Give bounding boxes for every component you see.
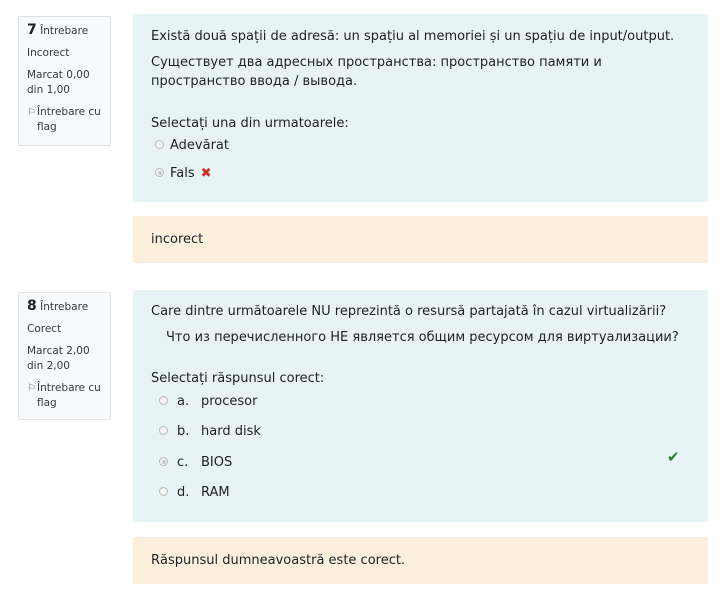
flag-question-link[interactable]: ⚐ Întrebare cu flag xyxy=(27,105,104,135)
flag-label: Întrebare cu flag xyxy=(37,106,101,133)
cross-icon: ✖ xyxy=(200,166,212,181)
question-state: Incorect xyxy=(27,47,70,59)
option-letter: b. xyxy=(177,424,190,439)
question-8-feedback: Răspunsul dumneavoastră este corect. xyxy=(133,537,708,584)
question-7-content: Există două spații de adresă: un spațiu … xyxy=(133,14,708,202)
question-text-ro: Care dintre următoarele NU reprezintă o … xyxy=(151,304,667,319)
answer-option-c[interactable]: c. BIOS xyxy=(159,453,232,472)
answer-option-true[interactable]: Adevărat xyxy=(155,136,229,155)
question-text-ro: Există două spații de adresă: un spațiu … xyxy=(151,29,675,44)
feedback-text: incorect xyxy=(151,232,204,247)
radio-false[interactable] xyxy=(155,168,164,177)
radio-true[interactable] xyxy=(155,140,164,149)
answer-option-d[interactable]: d. RAM xyxy=(159,483,230,502)
option-letter: a. xyxy=(177,394,190,409)
flag-question-link[interactable]: ⚐ Întrebare cu flag xyxy=(27,381,104,411)
feedback-text: Răspunsul dumneavoastră este corect. xyxy=(151,553,406,568)
answer-option-false[interactable]: Fals ✖ xyxy=(155,164,212,183)
question-number: 7 xyxy=(27,22,37,38)
option-label: hard disk xyxy=(201,424,261,439)
question-8-content: Care dintre următoarele NU reprezintă o … xyxy=(133,290,708,522)
option-letter: d. xyxy=(177,485,190,500)
question-word: Întrebare xyxy=(40,301,89,313)
question-mark: Marcat 2,00 din 2,00 xyxy=(27,345,90,372)
answer-prompt: Selectați una din urmatoarele: xyxy=(151,116,349,131)
question-8-info: 8 Întrebare Corect Marcat 2,00 din 2,00 … xyxy=(18,292,111,420)
radio-a[interactable] xyxy=(159,396,168,405)
option-label: BIOS xyxy=(201,455,233,470)
question-7-feedback: incorect xyxy=(133,216,708,263)
radio-c[interactable] xyxy=(159,457,168,466)
question-text-ru: Что из перечисленного НЕ является общим … xyxy=(166,330,679,345)
answer-option-b[interactable]: b. hard disk xyxy=(159,422,261,441)
flag-icon: ⚐ xyxy=(27,383,36,394)
option-label: Fals xyxy=(170,166,195,181)
radio-b[interactable] xyxy=(159,426,168,435)
answer-option-a[interactable]: a. procesor xyxy=(159,392,257,411)
option-letter: c. xyxy=(177,455,189,470)
question-number-line: 7 Întrebare xyxy=(27,23,104,39)
question-mark: Marcat 0,00 din 1,00 xyxy=(27,69,90,96)
question-number: 8 xyxy=(27,298,37,314)
check-icon: ✔ xyxy=(667,448,680,466)
answer-prompt: Selectați răspunsul corect: xyxy=(151,371,325,386)
flag-icon: ⚐ xyxy=(27,107,36,118)
question-number-line: 8 Întrebare xyxy=(27,299,104,315)
question-text-ru: Существует два адресных пространства: пр… xyxy=(151,55,602,89)
option-label: RAM xyxy=(201,485,230,500)
question-7-info: 7 Întrebare Incorect Marcat 0,00 din 1,0… xyxy=(18,16,111,146)
option-label: Adevărat xyxy=(170,138,229,153)
radio-d[interactable] xyxy=(159,487,168,496)
option-label: procesor xyxy=(201,394,258,409)
question-word: Întrebare xyxy=(40,25,89,37)
question-state: Corect xyxy=(27,323,62,335)
flag-label: Întrebare cu flag xyxy=(37,382,101,409)
